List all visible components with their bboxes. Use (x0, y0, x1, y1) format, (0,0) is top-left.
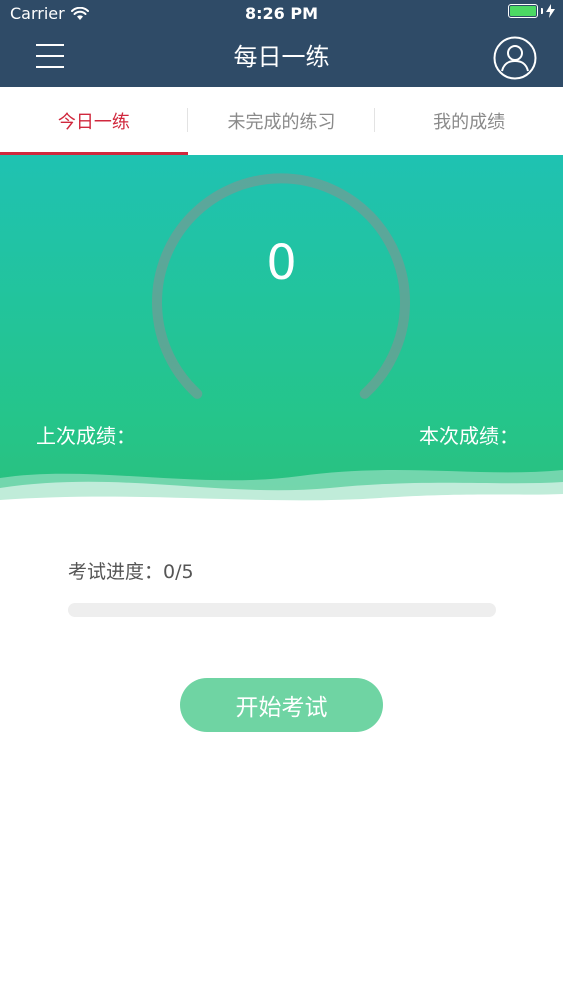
last-score-label: 上次成绩： (36, 424, 136, 448)
hamburger-menu-icon[interactable] (34, 40, 66, 72)
exam-progress-label: 考试进度：0/5 (68, 561, 194, 583)
charging-bolt-icon (546, 4, 555, 18)
tab-label: 今日一练 (57, 112, 130, 133)
battery-tip (541, 8, 543, 14)
current-score-label: 本次成绩： (419, 424, 519, 448)
user-avatar-icon[interactable] (493, 36, 537, 80)
tab-bar: 今日一练 未完成的练习 我的成绩 (0, 87, 563, 155)
tab-my-scores[interactable]: 我的成绩 (375, 87, 563, 155)
tab-label: 我的成绩 (433, 112, 506, 133)
page-title: 每日一练 (233, 43, 330, 71)
tab-today-practice[interactable]: 今日一练 (0, 87, 188, 155)
status-time: 8:26 PM (244, 4, 318, 23)
start-exam-button[interactable]: 开始考试 (180, 678, 383, 732)
tab-incomplete-practice[interactable]: 未完成的练习 (188, 87, 376, 155)
exam-progress-bar (68, 603, 496, 617)
battery-level-fill (510, 6, 536, 16)
status-right-group (508, 4, 555, 18)
top-bar: Carrier 8:26 PM 每日一练 (0, 0, 563, 87)
screen: Carrier 8:26 PM 每日一练 今日一练 未完成的练习 我的成绩 0 … (0, 0, 563, 1000)
battery-icon (508, 4, 538, 18)
tab-label: 未完成的练习 (227, 112, 336, 133)
score-hero: 0 上次成绩： 本次成绩： (0, 155, 563, 510)
score-value: 0 (266, 235, 297, 291)
wave-decoration (0, 470, 563, 510)
